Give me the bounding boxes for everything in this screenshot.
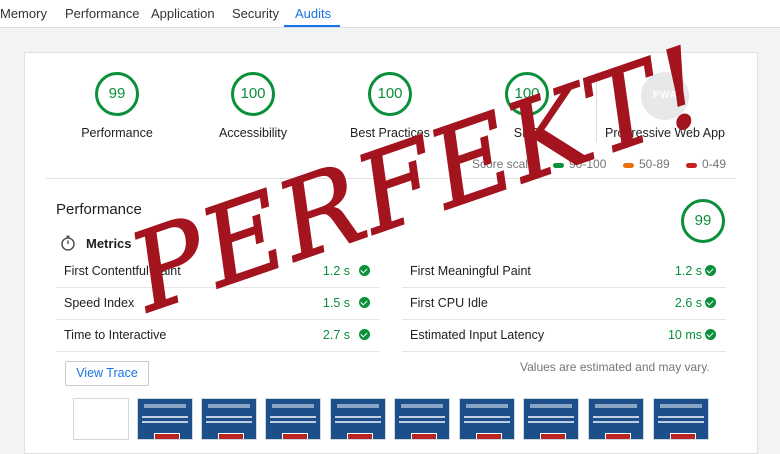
filmstrip-frame [459, 398, 515, 440]
accessibility-score-gauge[interactable]: 100 [231, 72, 275, 116]
metric-value: 1.2 s [322, 264, 350, 278]
best-practices-score-gauge[interactable]: 100 [368, 72, 412, 116]
tab-memory[interactable]: Memory [0, 0, 47, 27]
active-tab-indicator [284, 25, 340, 27]
seo-category-label: SEO [513, 126, 541, 140]
average-range-marker [623, 163, 634, 168]
metric-value: 2.6 s [674, 296, 702, 310]
filmstrip-frame [653, 398, 709, 440]
metric-label: Time to Interactive [64, 328, 167, 342]
metrics-heading: Metrics [86, 236, 132, 251]
pwa-badge-icon[interactable]: PWA [641, 72, 689, 120]
metric-label: Speed Index [64, 296, 135, 310]
pass-check-icon [359, 329, 370, 340]
pass-check-icon [359, 265, 370, 276]
pass-range-marker [553, 163, 564, 168]
best-practices-category-label: Best Practices [350, 126, 430, 140]
tab-application[interactable]: Application [151, 0, 215, 27]
performance-score-gauge[interactable]: 99 [95, 72, 139, 116]
filmstrip-frame [588, 398, 644, 440]
tab-performance[interactable]: Performance [65, 0, 139, 27]
metric-row: Speed Index 1.5 s [56, 288, 380, 320]
metric-label: First CPU Idle [410, 296, 488, 310]
tab-audits[interactable]: Audits [295, 0, 331, 27]
metric-label: First Contentful Paint [64, 264, 181, 278]
pass-check-icon [705, 329, 716, 340]
metric-value: 1.5 s [322, 296, 350, 310]
metric-row: First Meaningful Paint 1.2 s [402, 256, 726, 288]
filmstrip-frame [265, 398, 321, 440]
stopwatch-icon [61, 235, 75, 251]
metric-row: First CPU Idle 2.6 s [402, 288, 726, 320]
pass-range-label: 90-100 [569, 157, 607, 171]
metric-label: Estimated Input Latency [410, 328, 545, 342]
metric-value: 10 ms [667, 328, 702, 342]
performance-section-title: Performance [56, 201, 142, 218]
pass-check-icon [705, 297, 716, 308]
pass-check-icon [359, 297, 370, 308]
fail-range-label: 0-49 [702, 157, 727, 171]
metric-row: Time to Interactive 2.7 s [56, 320, 380, 352]
filmstrip-frame [330, 398, 386, 440]
estimate-disclaimer: Values are estimated and may vary. [520, 360, 710, 374]
metric-value: 2.7 s [322, 328, 350, 342]
metric-label: First Meaningful Paint [410, 264, 531, 278]
metric-row: Estimated Input Latency 10 ms [402, 320, 726, 352]
filmstrip-frame [73, 398, 129, 440]
filmstrip-frame [201, 398, 257, 440]
accessibility-category-label: Accessibility [218, 126, 288, 140]
score-scale-label: Score scale: [472, 157, 539, 171]
devtools-tab-bar: Memory Performance Application Security … [0, 0, 780, 28]
fail-range-marker [686, 163, 697, 168]
pwa-category-label: Progressive Web App [605, 126, 725, 140]
filmstrip-frame [523, 398, 579, 440]
section-divider [46, 178, 736, 179]
metric-row: First Contentful Paint 1.2 s [56, 256, 380, 288]
filmstrip-frame [137, 398, 193, 440]
metric-value: 1.2 s [674, 264, 702, 278]
filmstrip-frame [394, 398, 450, 440]
view-trace-button[interactable]: View Trace [65, 361, 149, 386]
pass-check-icon [705, 265, 716, 276]
seo-score-gauge[interactable]: 100 [505, 72, 549, 116]
performance-section-score-gauge: 99 [681, 199, 725, 243]
tab-security[interactable]: Security [232, 0, 279, 27]
average-range-label: 50-89 [639, 157, 670, 171]
